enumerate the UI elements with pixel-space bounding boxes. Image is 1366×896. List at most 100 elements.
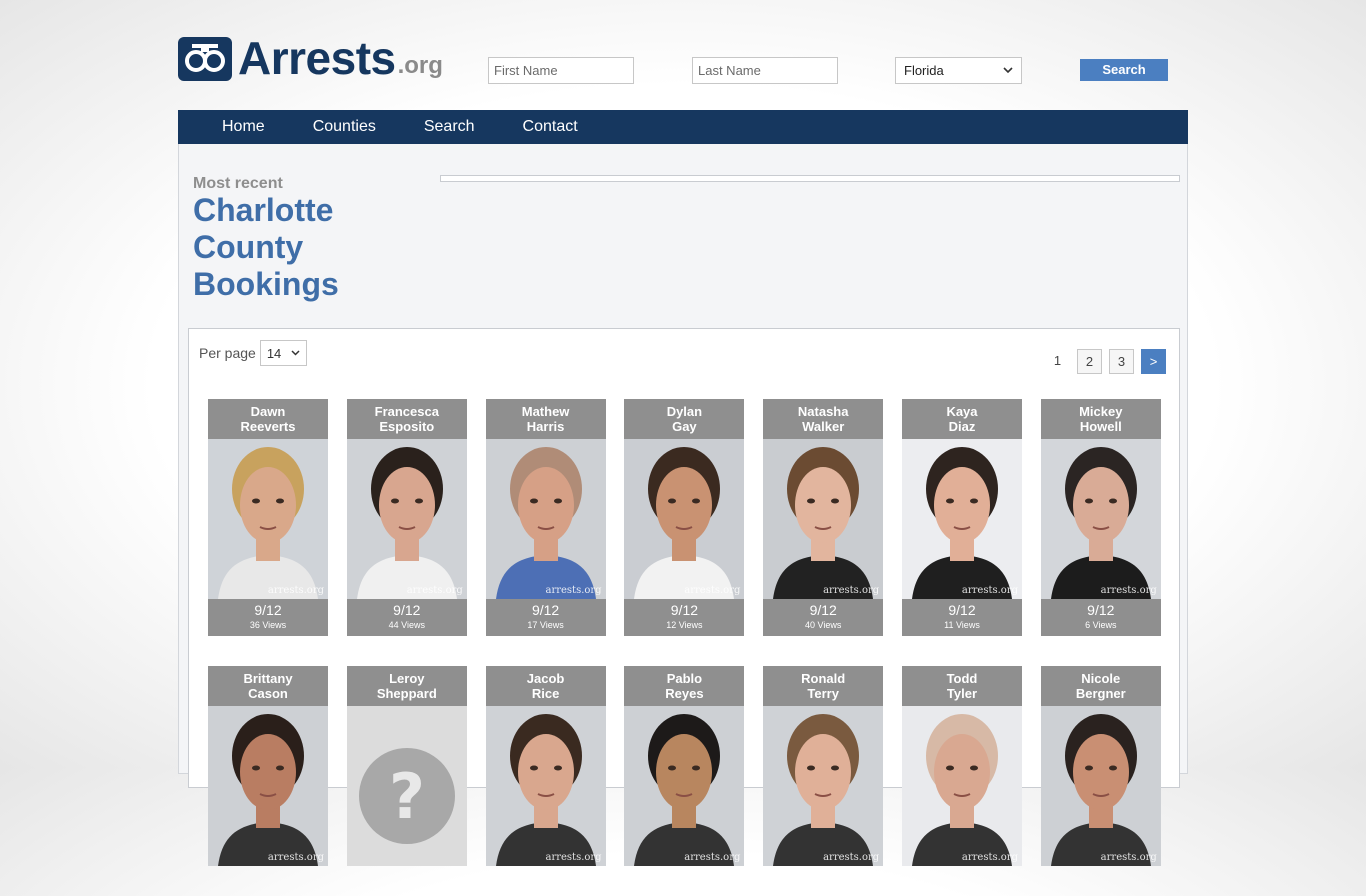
page-link-3[interactable]: 3 [1109,349,1134,374]
booking-date: 9/12 [809,602,837,618]
booking-card[interactable]: Kaya Diaz arrests.org 9/12 11 Views [901,399,1022,636]
photo-watermark: arrests.org [267,585,324,596]
unknown-person-icon: ? [358,748,455,844]
photo-watermark: arrests.org [823,852,880,863]
booking-name: Mickey Howell [1041,399,1161,439]
page-title-line: County [193,229,304,265]
booking-card[interactable]: Francesca Esposito arrests.org 9/12 44 Views [346,399,467,636]
booking-date: 9/12 [531,602,560,618]
state-select[interactable]: Florida [895,57,1022,84]
booking-name: Kaya Diaz [902,399,1022,439]
search-button[interactable]: Search [1080,59,1168,81]
per-page-select[interactable]: 14 [259,340,307,366]
booking-first-name: Ronald [801,671,846,686]
first-name-input[interactable]: First Name [488,57,634,84]
booking-name: Mathew Harris [486,399,606,439]
page-title-line: Bookings [193,266,339,302]
booking-card[interactable]: Todd Tyler arrests.org [901,666,1022,866]
photo-watermark: arrests.org [406,585,463,596]
last-name-input[interactable]: Last Name [692,57,838,84]
booking-card[interactable]: Pablo Reyes arrests.org [624,666,745,866]
booking-views: 36 Views [249,620,287,630]
nav-home[interactable]: Home [222,118,265,136]
chevron-down-icon [1003,67,1013,74]
per-page-label: Per page [199,345,256,361]
next-page-button[interactable]: > [1141,349,1166,374]
booking-first-name: Dylan [666,404,703,419]
ad-placeholder [440,175,1180,182]
booking-name: Todd Tyler [902,666,1022,706]
booking-views: 17 Views [527,620,564,630]
booking-card[interactable]: Natasha Walker arrests.org 9/12 40 Views [763,399,884,636]
booking-name: Francesca Esposito [347,399,467,439]
booking-card[interactable]: Leroy Sheppard? [346,666,467,866]
booking-date: 9/12 [1087,602,1115,618]
booking-last-name: Esposito [379,419,435,434]
logo-tld: .org [397,52,443,79]
booking-last-name: Diaz [948,419,976,434]
bookings-listing: Per page 14 1 2 3 > Dawn Reeverts arrests.… [188,328,1180,866]
nav-counties[interactable]: Counties [313,118,376,136]
booking-last-name: Terry [807,686,839,701]
booking-last-name: Reyes [665,686,704,701]
booking-last-name: Cason [248,686,288,701]
booking-first-name: Todd [946,671,978,686]
photo-watermark: arrests.org [267,852,324,863]
booking-views: 6 Views [1085,620,1117,630]
photo-watermark: arrests.org [1100,585,1157,596]
booking-last-name: Rice [531,686,560,701]
booking-views: 40 Views [805,620,842,630]
booking-name: Pablo Reyes [624,666,744,706]
site-logo[interactable]: Arrests .org [178,35,443,81]
handcuffs-logo-icon [178,37,232,81]
booking-last-name: Reeverts [240,419,296,434]
state-select-value: Florida [904,63,944,78]
booking-name: Dawn Reeverts [208,399,328,439]
bookings-grid: Dawn Reeverts arrests.org 9/12 36 Views Franc… [208,399,1168,896]
mugshot-photo: arrests.org [763,439,884,599]
booking-card[interactable]: Brittany Cason arrests.org [208,666,328,866]
booking-first-name: Leroy [389,671,425,686]
booking-last-name: Walker [802,419,845,434]
booking-views: 11 Views [944,620,980,630]
booking-last-name: Harris [526,419,565,434]
booking-name: Leroy Sheppard [347,666,467,706]
pagination: 1 2 3 > [1038,349,1166,374]
booking-card[interactable]: Nicole Bergner arrests.org [1040,666,1161,866]
bookings-row: Dawn Reeverts arrests.org 9/12 36 Views Franc… [208,399,1168,636]
photo-watermark: arrests.org [684,852,741,863]
booking-card[interactable]: Mickey Howell arrests.org 9/12 6 Views [1040,399,1161,636]
booking-card[interactable]: Ronald Terry arrests.org [763,666,884,866]
nav-search[interactable]: Search [424,118,475,136]
photo-watermark: arrests.org [684,585,741,596]
header: Arrests .org First Name Last Name Florid… [178,0,1188,110]
photo-watermark: arrests.org [823,585,880,596]
bookings-row: Brittany Cason arrests.org Leroy Sheppard? Ja… [208,666,1168,866]
booking-card[interactable]: Mathew Harris arrests.org 9/12 17 Views [485,399,606,636]
mugshot-photo: arrests.org [208,439,328,599]
mugshot-photo: arrests.org [624,439,745,599]
chevron-down-icon [291,350,300,356]
booking-card[interactable]: Dylan Gay arrests.org 9/12 12 Views [624,399,745,636]
page-link-2[interactable]: 2 [1077,349,1102,374]
booking-first-name: Mickey [1079,404,1123,419]
booking-last-name: Tyler [946,686,978,701]
booking-name: Dylan Gay [624,399,744,439]
booking-first-name: Kaya [946,404,978,419]
nav-contact[interactable]: Contact [523,118,578,136]
booking-date: 9/12 [948,602,976,618]
booking-card[interactable]: Jacob Rice arrests.org [485,666,606,866]
booking-first-name: Nicole [1081,671,1121,686]
booking-first-name: Pablo [666,671,703,686]
photo-watermark: arrests.org [961,852,1018,863]
booking-views: 44 Views [388,620,425,630]
mugshot-photo: arrests.org [901,439,1022,599]
booking-first-name: Natasha [797,404,849,419]
booking-name: Natasha Walker [763,399,883,439]
booking-card[interactable]: Dawn Reeverts arrests.org 9/12 36 Views [208,399,328,636]
booking-name: Ronald Terry [763,666,883,706]
photo-watermark: arrests.org [545,585,602,596]
booking-views: 12 Views [666,620,703,630]
booking-first-name: Jacob [526,671,565,686]
section-subtitle: Most recent [193,175,283,192]
